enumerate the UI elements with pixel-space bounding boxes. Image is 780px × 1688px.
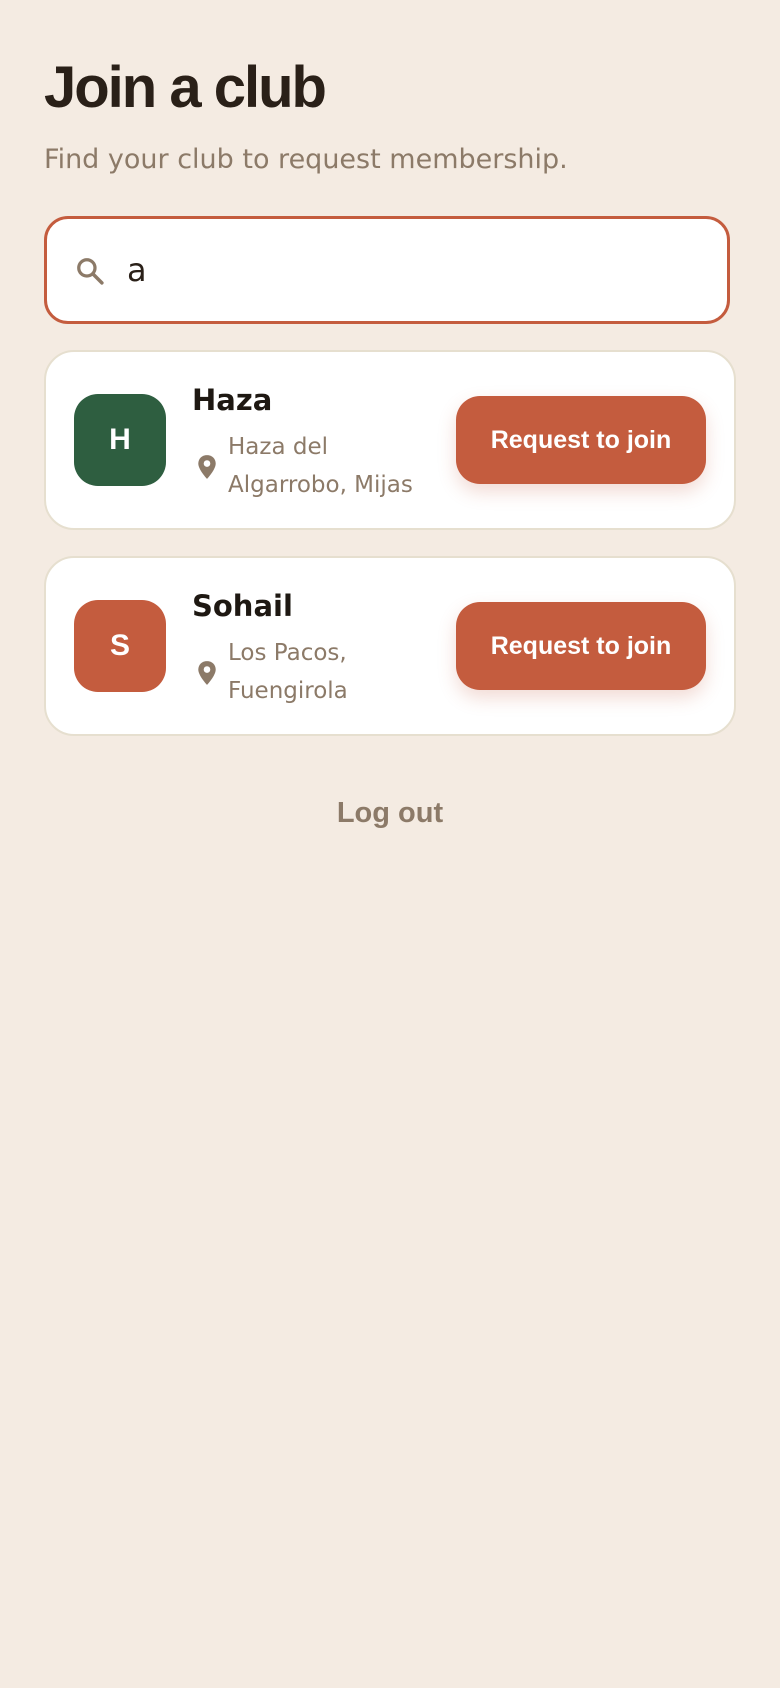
search-input[interactable] [127,239,707,301]
club-location-line: Los Pacos, [228,640,347,666]
log-out-button[interactable]: Log out [44,790,736,836]
search-box[interactable] [44,216,730,324]
page-subtitle: Find your club to request membership. [44,144,568,175]
club-location-line: Algarrobo, Mijas [228,472,413,498]
location-pin-icon [198,661,216,685]
request-to-join-button[interactable]: Request to join [456,602,706,690]
club-card-sohail: S Sohail Los Pacos, Fuengirola Request t… [44,556,736,736]
avatar: S [74,600,166,692]
club-location-line: Fuengirola [228,678,348,704]
page-title: Join a club [44,55,327,120]
club-card-haza: H Haza Haza del Algarrobo, Mijas Request… [44,350,736,530]
club-name: Haza [192,383,273,417]
club-location-line: Haza del [228,434,329,460]
club-location: Los Pacos, Fuengirola [228,634,428,710]
location-pin-icon [198,455,216,479]
avatar: H [74,394,166,486]
search-icon [77,258,104,285]
request-to-join-button[interactable]: Request to join [456,396,706,484]
club-location: Haza del Algarrobo, Mijas [228,428,428,504]
club-name: Sohail [192,589,293,623]
